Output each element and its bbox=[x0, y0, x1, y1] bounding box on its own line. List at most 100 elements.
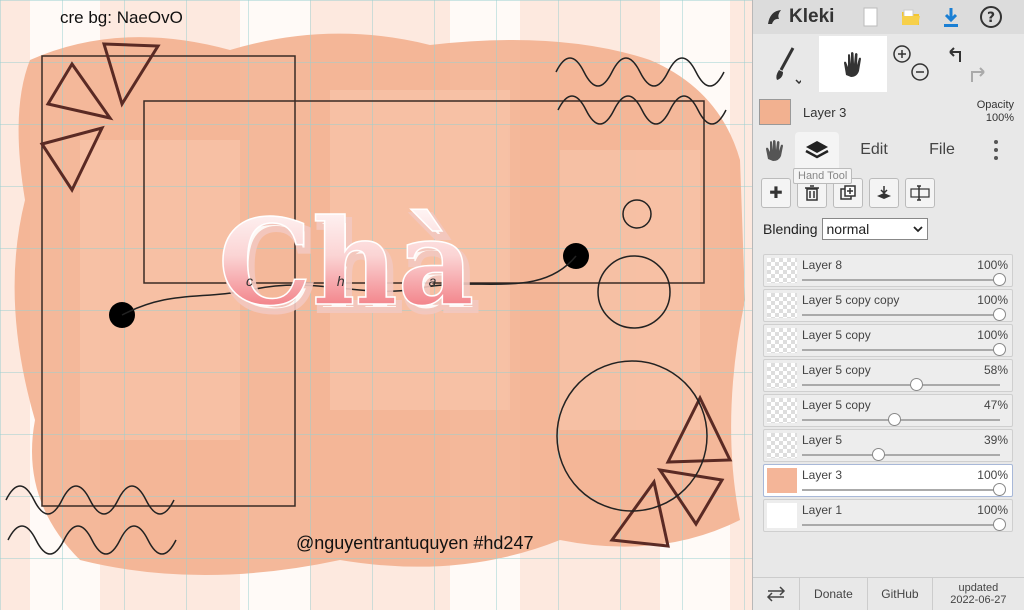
layer-thumbnail bbox=[767, 468, 797, 493]
more-menu-button[interactable] bbox=[975, 132, 1017, 168]
layer-name: Layer 3 bbox=[802, 468, 843, 482]
layer-thumbnail bbox=[767, 293, 797, 318]
undo-redo-controls bbox=[937, 36, 997, 92]
opacity-slider[interactable] bbox=[802, 413, 1000, 426]
blending-value: normal bbox=[826, 221, 870, 237]
layer-row[interactable]: Layer 5 copy copy 100% bbox=[763, 289, 1013, 322]
current-layer-thumbnail bbox=[759, 99, 791, 125]
opacity-slider[interactable] bbox=[802, 448, 1000, 461]
open-file-button[interactable] bbox=[891, 0, 931, 34]
slider-handle[interactable] bbox=[888, 413, 902, 426]
layer-thumbnail bbox=[767, 433, 797, 458]
blending-label: Blending bbox=[763, 221, 818, 237]
layer-opacity: 39% bbox=[983, 433, 1008, 447]
layer-opacity: 100% bbox=[977, 328, 1008, 342]
kleki-logo-icon bbox=[768, 10, 781, 24]
layer-name: Layer 8 bbox=[802, 258, 843, 272]
opacity-slider[interactable] bbox=[802, 378, 1000, 391]
layer-row[interactable]: Layer 5 copy 58% bbox=[763, 359, 1013, 392]
layer-opacity: 58% bbox=[983, 363, 1008, 377]
opacity-slider[interactable] bbox=[802, 343, 1006, 356]
duplicate-icon bbox=[840, 185, 856, 200]
layer-thumbnail bbox=[767, 503, 797, 528]
plus-icon: ✚ bbox=[769, 185, 783, 202]
tab-edit[interactable]: Edit bbox=[839, 132, 909, 168]
add-layer-button[interactable]: ✚ bbox=[761, 178, 791, 208]
help-button[interactable]: ? bbox=[971, 0, 1011, 34]
merge-layer-button[interactable] bbox=[869, 178, 899, 208]
opacity-label: Opacity bbox=[976, 99, 1014, 111]
panel-tabs: Edit File bbox=[753, 132, 1024, 168]
donate-link[interactable]: Donate bbox=[800, 578, 869, 610]
undo-icon[interactable] bbox=[942, 42, 992, 86]
blending-select[interactable]: normal bbox=[821, 218, 928, 240]
layers-icon bbox=[805, 141, 829, 159]
new-file-button[interactable] bbox=[851, 0, 891, 34]
slider-handle[interactable] bbox=[993, 273, 1006, 286]
current-layer-header: Layer 3 Opacity 100% bbox=[753, 94, 1024, 130]
slider-handle[interactable] bbox=[993, 308, 1006, 321]
drawing-canvas[interactable]: Chà Chà cre bg: NaeOvO @nguyentrantuquye… bbox=[0, 0, 752, 610]
slider-handle[interactable] bbox=[872, 448, 886, 461]
logo-text: Kleki bbox=[789, 6, 835, 27]
tooltip: Hand Tool bbox=[793, 168, 853, 184]
rename-icon bbox=[910, 185, 930, 201]
updated-label: updated bbox=[958, 582, 999, 594]
slider-handle[interactable] bbox=[993, 483, 1006, 496]
download-button[interactable] bbox=[931, 0, 971, 34]
merge-down-icon bbox=[877, 186, 891, 199]
layer-opacity: 100% bbox=[977, 468, 1008, 482]
opacity-slider[interactable] bbox=[802, 273, 1006, 286]
opacity-value: 100% bbox=[985, 112, 1014, 124]
layer-opacity: 47% bbox=[983, 398, 1008, 412]
layer-row[interactable]: Layer 3 100% bbox=[763, 464, 1013, 497]
hand-icon bbox=[766, 140, 783, 161]
swap-sides-button[interactable] bbox=[753, 578, 800, 610]
layer-thumbnail bbox=[767, 398, 797, 423]
trash-icon bbox=[805, 185, 819, 201]
tab-hand[interactable] bbox=[753, 132, 795, 168]
layer-row[interactable]: Layer 5 copy 100% bbox=[763, 324, 1013, 357]
new-file-icon bbox=[863, 7, 878, 27]
updated-date: 2022-06-27 bbox=[950, 594, 1007, 606]
brush-tool-button[interactable] bbox=[753, 36, 819, 92]
brush-icon bbox=[776, 47, 801, 84]
top-bar: Kleki ? bbox=[753, 0, 1024, 34]
layer-row[interactable]: Layer 5 39% bbox=[763, 429, 1013, 462]
hand-tool-button[interactable] bbox=[819, 36, 887, 92]
layer-opacity: 100% bbox=[977, 503, 1008, 517]
zoom-controls bbox=[887, 36, 937, 92]
slider-handle[interactable] bbox=[993, 343, 1006, 356]
download-icon bbox=[944, 8, 958, 27]
title-lettering: Chà bbox=[218, 193, 474, 332]
swap-icon bbox=[766, 586, 785, 602]
opacity-slider[interactable] bbox=[802, 308, 1006, 321]
layer-row[interactable]: Layer 5 copy 47% bbox=[763, 394, 1013, 427]
tab-file[interactable]: File bbox=[909, 132, 975, 168]
help-icon: ? bbox=[980, 6, 1002, 28]
layer-row[interactable]: Layer 1 100% bbox=[763, 499, 1013, 532]
credit-text: cre bg: NaeOvO bbox=[60, 8, 183, 27]
footer: Donate GitHub updated 2022-06-27 bbox=[753, 577, 1024, 610]
layer-thumbnail bbox=[767, 328, 797, 353]
zoom-icon[interactable] bbox=[890, 42, 934, 86]
layer-name: Layer 5 copy bbox=[802, 363, 871, 377]
folder-icon bbox=[902, 9, 920, 25]
tab-layers[interactable] bbox=[795, 132, 839, 168]
canvas-artwork: Chà Chà bbox=[0, 0, 752, 610]
rename-layer-button[interactable] bbox=[905, 178, 935, 208]
layer-name: Layer 1 bbox=[802, 503, 843, 517]
side-panel: Kleki ? Layer 3 Opacity 100% Edit File ✚… bbox=[752, 0, 1024, 610]
layer-row[interactable]: Layer 8 100% bbox=[763, 254, 1013, 287]
app-logo[interactable]: Kleki bbox=[753, 6, 851, 28]
current-layer-name: Layer 3 bbox=[803, 104, 847, 120]
opacity-slider[interactable] bbox=[802, 518, 1006, 531]
chevron-down-icon bbox=[912, 226, 923, 233]
slider-handle[interactable] bbox=[993, 518, 1006, 531]
watermark-text: @nguyentrantuquyen #hd247 bbox=[296, 533, 534, 553]
layer-thumbnail bbox=[767, 363, 797, 388]
github-link[interactable]: GitHub bbox=[868, 578, 933, 610]
layer-opacity: 100% bbox=[977, 293, 1008, 307]
slider-handle[interactable] bbox=[909, 378, 923, 391]
opacity-slider[interactable] bbox=[802, 483, 1006, 496]
